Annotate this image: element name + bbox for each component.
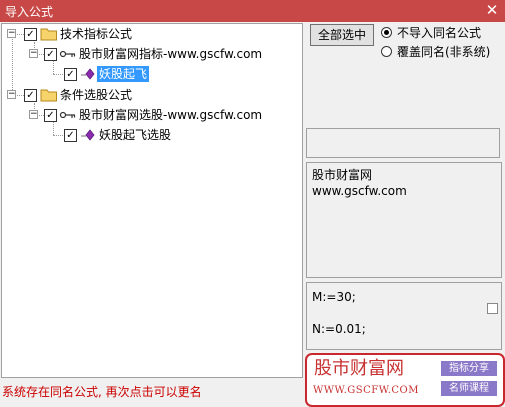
select-all-button[interactable]: 全部选中 — [310, 24, 374, 46]
node-label: 技术指标公式 — [60, 27, 133, 41]
watermark-title: 股市财富网 — [314, 358, 404, 379]
radio-label: 不导入同名公式 — [397, 26, 482, 40]
node-checkbox[interactable]: ✓ — [24, 89, 37, 102]
node-checkbox[interactable]: ✓ — [64, 68, 77, 81]
node-label: 妖股起飞 — [97, 66, 150, 82]
node-checkbox[interactable]: ✓ — [44, 109, 57, 122]
watermark-tag: 指标分享 — [441, 361, 497, 376]
collapse-toggle[interactable]: − — [29, 110, 38, 119]
node-checkbox[interactable]: ✓ — [64, 129, 77, 142]
formula-icon — [79, 66, 97, 82]
code-line: M:=30; — [312, 290, 356, 304]
watermark-url: WWW.GSCFW.COM — [313, 385, 419, 396]
node-label: 股市财富网选股-www.gscfw.com — [79, 108, 263, 122]
radio-label: 覆盖同名(非系统) — [397, 45, 491, 59]
title-bar[interactable]: 导入公式 ✕ — [0, 0, 505, 22]
node-label: 股市财富网指标-www.gscfw.com — [79, 47, 263, 61]
tree-node-gscfw-indicator[interactable]: − ✓ 股市财富网指标-www.gscfw.com — [2, 44, 302, 64]
description-line: 股市财富网 — [312, 168, 373, 182]
formula-icon — [79, 127, 97, 143]
watermark-tag: 名师课程 — [441, 381, 497, 396]
description-line: www.gscfw.com — [312, 184, 407, 198]
node-checkbox[interactable]: ✓ — [44, 48, 57, 61]
close-button[interactable]: ✕ — [483, 1, 501, 20]
formula-description: 股市财富网 www.gscfw.com — [306, 162, 502, 278]
tree-node-yaogu-qifei-screening[interactable]: ✓ 妖股起飞选股 — [2, 125, 302, 145]
tree-node-gscfw-screening[interactable]: − ✓ 股市财富网选股-www.gscfw.com — [2, 105, 302, 125]
folder-icon — [40, 26, 58, 42]
watermark-logo: 股市财富网 WWW.GSCFW.COM 指标分享 名师课程 — [305, 353, 505, 407]
key-icon — [59, 46, 77, 62]
node-checkbox[interactable]: ✓ — [24, 28, 37, 41]
radio-indicator[interactable] — [381, 46, 392, 57]
node-label: 妖股起飞选股 — [99, 128, 172, 142]
tree-node-yaogu-qifei[interactable]: ✓ 妖股起飞 — [2, 64, 302, 84]
formula-code-panel[interactable]: M:=30; N:=0.01; — [306, 282, 502, 350]
empty-panel — [306, 128, 500, 158]
tree-node-tech-indicators[interactable]: − ✓ 技术指标公式 — [2, 24, 302, 44]
folder-icon — [40, 87, 58, 103]
status-message: 系统存在同名公式, 再次点击可以更名 — [2, 385, 202, 399]
window-title: 导入公式 — [5, 5, 54, 19]
tree-node-condition-screening[interactable]: − ✓ 条件选股公式 — [2, 85, 302, 105]
key-icon — [59, 107, 77, 123]
collapse-toggle[interactable]: − — [7, 90, 16, 99]
panel-checkbox[interactable] — [487, 303, 498, 314]
node-label: 条件选股公式 — [60, 88, 133, 102]
radio-indicator[interactable] — [381, 27, 392, 38]
code-line: N:=0.01; — [312, 322, 366, 336]
collapse-toggle[interactable]: − — [7, 29, 16, 38]
formula-tree[interactable]: − ✓ 技术指标公式 − ✓ 股市财富网指标-www.gscfw.com ✓ 妖… — [1, 23, 303, 378]
collapse-toggle[interactable]: − — [29, 49, 38, 58]
